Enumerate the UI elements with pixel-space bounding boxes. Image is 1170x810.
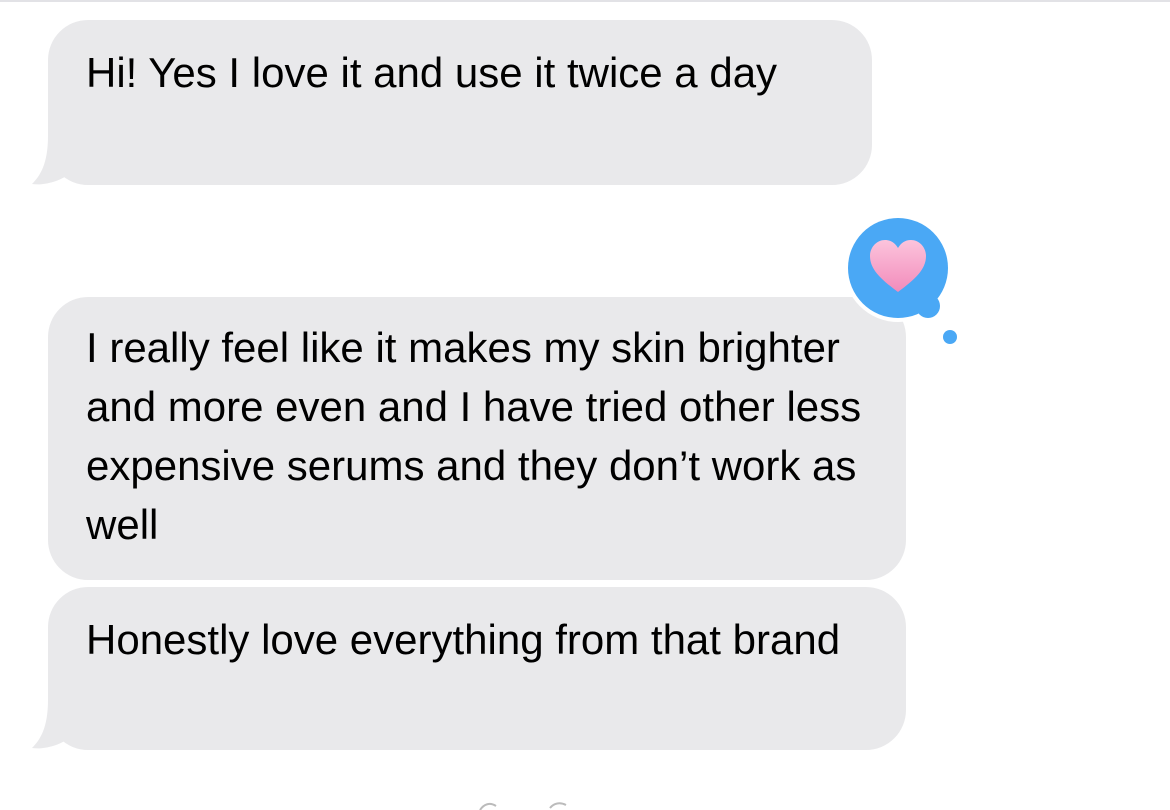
tapback-reaction[interactable] — [838, 212, 964, 348]
bubble-tail — [32, 700, 74, 749]
top-divider — [0, 0, 1170, 2]
message-text: Hi! Yes I love it and use it twice a day — [86, 49, 778, 96]
message-bubble-received[interactable]: Honestly love everything from that brand — [48, 587, 906, 750]
message-bubble-received[interactable]: I really feel like it makes my skin brig… — [48, 297, 906, 580]
cropped-element — [479, 802, 567, 810]
bubble-tail — [32, 136, 74, 185]
message-text: I really feel like it makes my skin brig… — [86, 324, 862, 548]
message-text: Honestly love everything from that brand — [86, 616, 841, 663]
message-bubble-received[interactable]: Hi! Yes I love it and use it twice a day — [48, 20, 872, 185]
